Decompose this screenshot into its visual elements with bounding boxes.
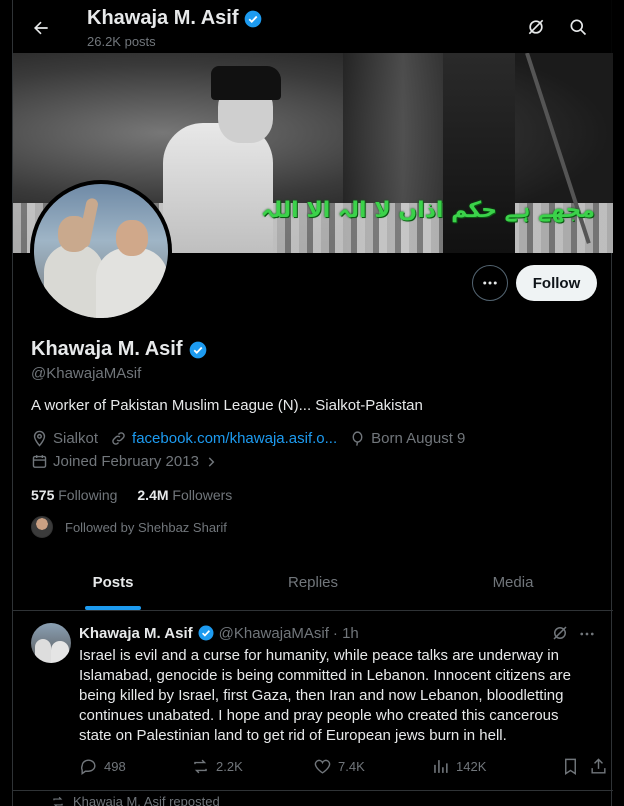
following-label: Following [58,487,118,503]
website-link[interactable]: facebook.com/khawaja.asif.o... [132,430,337,447]
banner-figure [163,123,273,253]
banner-figure-cap [211,66,281,100]
header-post-count: 26.2K posts [87,34,156,49]
post-header: Khawaja M. Asif @KhawajaMAsif · 1h [79,624,359,642]
follower-avatar [31,516,53,538]
follow-stats: 575 Following 2.4M Followers [31,487,232,503]
like-count: 7.4K [338,759,365,774]
views-chart-icon [434,760,448,773]
followed-by-row[interactable]: Followed by Shehbaz Sharif [31,516,227,538]
post-item[interactable]: Khawaja M. Asif @KhawajaMAsif · 1h Israe… [13,611,613,791]
search-icon [570,19,587,36]
post-grok-button[interactable] [551,624,571,644]
tab-posts-label: Posts [92,574,134,591]
tab-replies-label: Replies [287,574,339,591]
profile-column: Khawaja M. Asif 26.2K posts مجھے ہے حکم … [12,0,613,806]
calendar-icon [32,455,47,468]
share-button[interactable] [589,757,608,776]
bookmark-icon [565,758,576,775]
birthday-text: Born August 9 [371,430,466,447]
grok-button[interactable] [523,14,549,40]
profile-meta-row-1: Sialkot facebook.com/khawaja.asif.o... B… [31,430,477,447]
post-author-handle[interactable]: @KhawajaMAsif [219,625,329,642]
verified-badge-icon[interactable] [188,340,208,360]
reply-button[interactable]: 498 [79,757,126,776]
post-author-avatar[interactable] [31,623,71,663]
verified-badge-icon[interactable] [197,624,215,642]
avatar-person-right [96,248,168,318]
tab-posts[interactable]: Posts [13,555,213,610]
profile-avatar[interactable] [30,180,172,322]
joined-item[interactable]: Joined February 2013 [31,453,218,470]
repost-icon [194,759,207,774]
grok-icon [553,626,567,640]
post-timestamp[interactable]: · 1h [333,625,359,642]
next-post-repost-label: Khawaja M. Asif reposted [51,794,220,806]
banner-urdu-text: مجھے ہے حکم اذاں لا الہ الا اللہ [260,198,595,223]
following-count: 575 [31,487,55,503]
more-dots-icon [580,632,594,636]
joined-text: Joined February 2013 [53,453,199,470]
reply-icon [81,759,96,776]
back-button[interactable] [27,14,55,42]
balloon-icon [352,431,363,446]
post-avatar-figure-right [51,641,69,663]
tab-media[interactable]: Media [413,555,613,610]
profile-bio: A worker of Pakistan Muslim League (N)..… [31,397,423,414]
location-item: Sialkot [31,430,98,447]
profile-handle: @KhawajaMAsif [31,365,142,382]
followers-count: 2.4M [137,487,169,503]
post-actions: 498 2.2K 7.4K 142K [79,757,606,779]
reply-count: 498 [104,759,126,774]
birthday-item: Born August 9 [349,430,465,447]
post-text: Israel is evil and a curse for humanity,… [79,647,571,744]
more-options-button[interactable] [472,265,508,301]
profile-name-row: Khawaja M. Asif [31,338,208,361]
location-pin-icon [33,430,46,447]
grok-icon [528,19,544,35]
repost-count: 2.2K [216,759,243,774]
follow-button[interactable]: Follow [516,265,597,301]
header-name: Khawaja M. Asif [87,7,239,29]
tab-media-label: Media [492,574,534,591]
like-button[interactable]: 7.4K [313,757,365,776]
chevron-right-icon [208,456,215,467]
followed-by-text: Followed by Shehbaz Sharif [65,519,227,535]
heart-icon [314,759,331,774]
profile-tabs: Posts Replies Media [13,555,613,611]
repost-label-text: Khawaja M. Asif reposted [73,794,220,806]
location-text: Sialkot [53,430,99,447]
repost-icon [53,796,63,806]
post-author-name[interactable]: Khawaja M. Asif [79,625,193,642]
website-item[interactable]: facebook.com/khawaja.asif.o... [110,430,337,447]
link-icon [112,432,125,445]
top-bar: Khawaja M. Asif 26.2K posts [13,0,613,53]
verified-badge-icon [244,10,261,27]
post-more-button[interactable] [577,624,597,644]
search-button[interactable] [565,14,591,40]
bookmark-button[interactable] [561,757,580,776]
banner-flag [443,53,515,253]
profile-name: Khawaja M. Asif [31,338,183,360]
avatar-person-left [44,244,104,318]
followers-label: Followers [172,487,233,503]
tab-replies[interactable]: Replies [213,555,413,610]
repost-button[interactable]: 2.2K [191,757,243,776]
following-stat[interactable]: 575 Following [31,487,117,503]
profile-meta-row-2: Joined February 2013 [31,453,230,470]
share-icon [591,758,606,774]
views-button[interactable]: 142K [431,757,486,776]
arrow-left-icon [34,21,48,35]
followers-stat[interactable]: 2.4M Followers [137,487,232,503]
header-title: Khawaja M. Asif [87,7,263,30]
views-count: 142K [456,759,487,774]
post-avatar-figure-left [35,639,51,663]
avatar-person-right-head [116,220,148,256]
active-tab-indicator [85,606,141,610]
more-dots-icon [483,281,497,285]
